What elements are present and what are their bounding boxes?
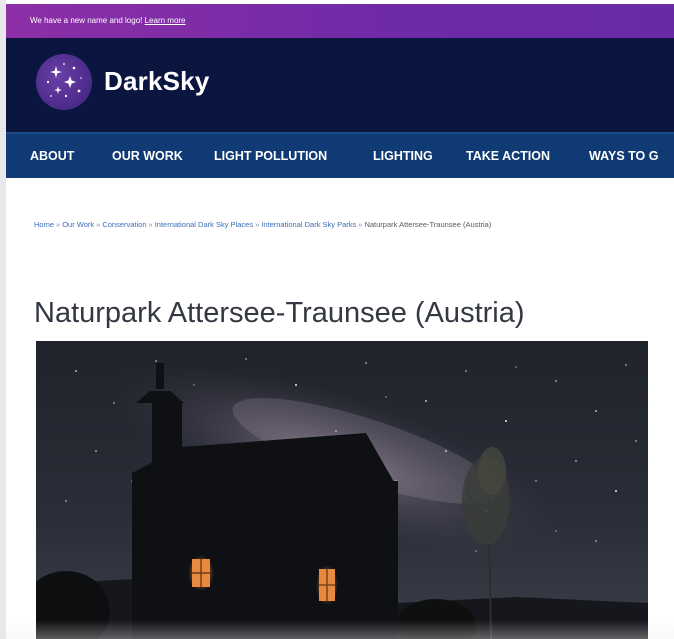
breadcrumb-link-conservation[interactable]: Conservation bbox=[102, 220, 146, 229]
window-frame-edge bbox=[0, 0, 6, 639]
logo-stars-icon bbox=[46, 63, 82, 98]
nav-item-take-action[interactable]: TAKE ACTION bbox=[466, 134, 550, 178]
announcement-text: We have a new name and logo! bbox=[30, 16, 145, 25]
breadcrumb-link-dark-sky-parks[interactable]: International Dark Sky Parks bbox=[261, 220, 356, 229]
breadcrumb-separator: » bbox=[358, 220, 363, 229]
breadcrumb-link-our-work[interactable]: Our Work bbox=[62, 220, 94, 229]
nav-item-light-pollution[interactable]: LIGHT POLLUTION bbox=[214, 134, 327, 178]
nav-item-ways-to-give[interactable]: WAYS TO G bbox=[589, 134, 658, 178]
starry-sky-logo-icon[interactable] bbox=[36, 54, 92, 110]
nav-item-our-work[interactable]: OUR WORK bbox=[112, 134, 183, 178]
announcement-bar: We have a new name and logo! Learn more bbox=[6, 4, 674, 38]
site-header: DarkSky bbox=[6, 38, 674, 132]
brand-name[interactable]: DarkSky bbox=[104, 66, 209, 97]
breadcrumb-separator: » bbox=[96, 220, 101, 229]
page-title: Naturpark Attersee-Traunsee (Austria) bbox=[34, 297, 525, 330]
main-nav: ABOUT OUR WORK LIGHT POLLUTION LIGHTING … bbox=[6, 132, 674, 178]
nav-item-about[interactable]: ABOUT bbox=[30, 134, 74, 178]
page: We have a new name and logo! Learn more … bbox=[0, 0, 674, 639]
breadcrumb-separator: » bbox=[56, 220, 61, 229]
breadcrumb-separator: » bbox=[148, 220, 153, 229]
hero-image bbox=[36, 341, 648, 639]
breadcrumb-current: Naturpark Attersee-Traunsee (Austria) bbox=[364, 220, 492, 229]
night-sky-chapel-photo bbox=[36, 341, 648, 639]
breadcrumb-link-dark-sky-places[interactable]: International Dark Sky Places bbox=[155, 220, 253, 229]
breadcrumb: Home» Our Work» Conservation» International… bbox=[34, 214, 634, 236]
nav-item-lighting[interactable]: LIGHTING bbox=[373, 134, 433, 178]
breadcrumb-link-home[interactable]: Home bbox=[34, 220, 54, 229]
learn-more-link[interactable]: Learn more bbox=[145, 16, 186, 25]
breadcrumb-separator: » bbox=[255, 220, 260, 229]
